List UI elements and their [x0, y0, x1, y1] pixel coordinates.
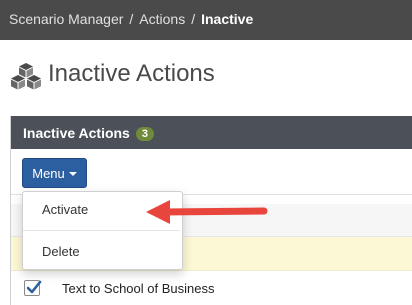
count-badge: 3	[135, 127, 154, 141]
annotation-arrow-icon	[146, 200, 268, 224]
row-checkbox[interactable]	[24, 280, 42, 296]
panel-header: Inactive Actions 3	[11, 116, 412, 149]
breadcrumb-separator: /	[191, 11, 196, 27]
breadcrumb-current: Inactive	[201, 11, 254, 27]
caret-down-icon	[68, 171, 77, 176]
table-row[interactable]: Text to School of Business	[11, 271, 412, 305]
page-title: Inactive Actions	[48, 60, 215, 87]
breadcrumb-actions[interactable]: Actions	[139, 11, 185, 27]
panel-title-wrap: Inactive Actions 3	[23, 125, 154, 141]
cubes-icon	[11, 63, 41, 90]
menu-button[interactable]: Menu	[22, 158, 87, 188]
panel-title: Inactive Actions	[23, 125, 130, 141]
breadcrumb-separator: /	[129, 11, 134, 27]
top-bar: Scenario Manager / Actions / Inactive	[0, 0, 412, 40]
checkmark-icon	[26, 280, 42, 294]
panel-toolbar: Menu	[11, 149, 412, 195]
row-label: Text to School of Business	[62, 281, 215, 296]
menu-divider	[23, 230, 180, 231]
menu-button-label: Menu	[32, 165, 65, 181]
menu-item-delete[interactable]: Delete	[23, 244, 180, 259]
breadcrumb: Scenario Manager / Actions / Inactive	[9, 11, 253, 27]
breadcrumb-scenario-manager[interactable]: Scenario Manager	[9, 11, 123, 27]
